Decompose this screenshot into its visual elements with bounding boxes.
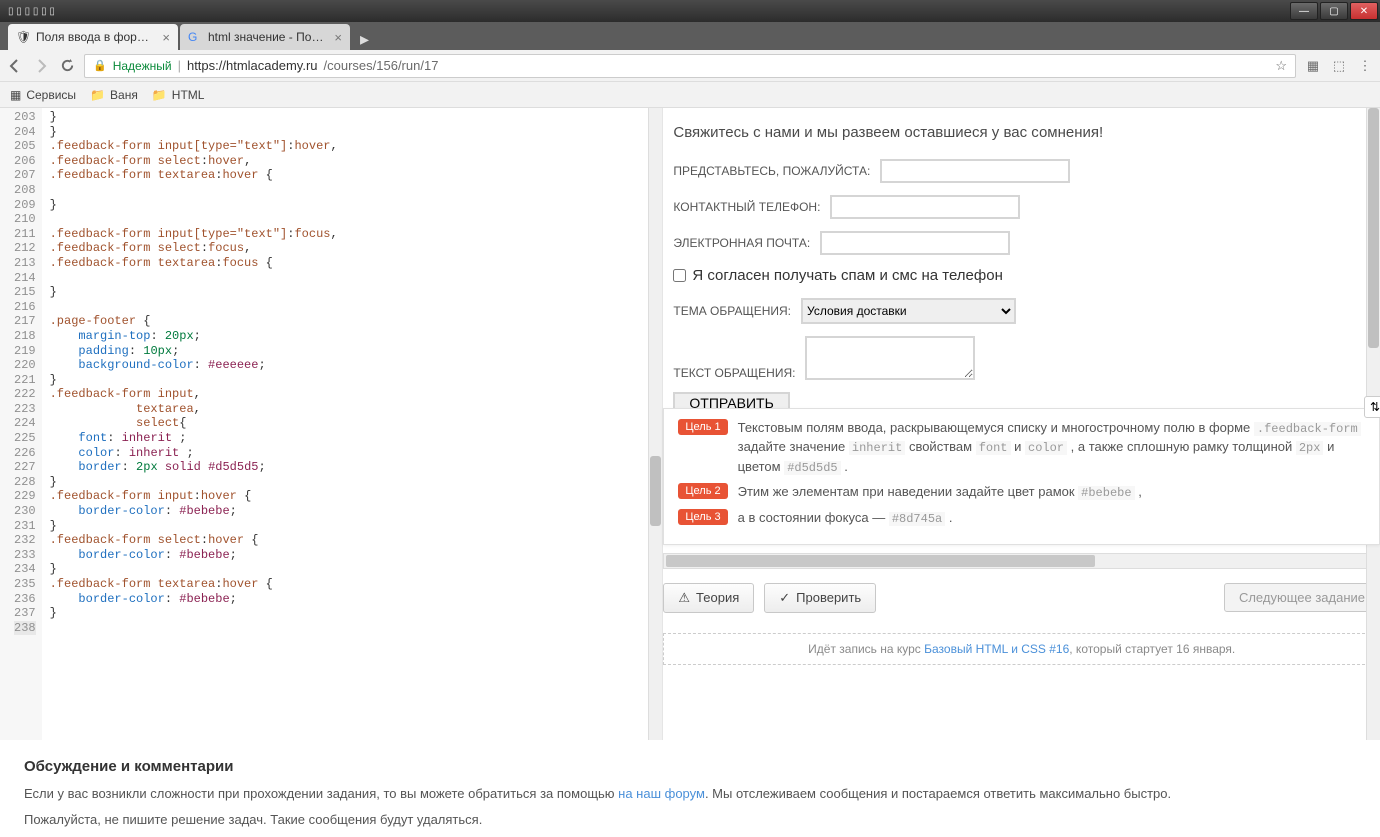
new-tab-button[interactable]: ▸: [352, 29, 377, 50]
action-bar: ⚠Теория ✓Проверить Следующее задание: [663, 583, 1380, 613]
extension-icon[interactable]: ⬚: [1330, 57, 1348, 75]
window-close-button[interactable]: ✕: [1350, 2, 1378, 20]
apps-icon: ▦: [10, 88, 21, 102]
shield-icon: 🛡: [16, 30, 30, 44]
name-label: ПРЕДСТАВЬТЕСЬ, ПОЖАЛУЙСТА:: [673, 164, 870, 178]
code-editor[interactable]: 2032042052062072082092102112122132142152…: [0, 108, 662, 740]
menu-button[interactable]: ⋮: [1356, 57, 1374, 75]
bookmark-folder[interactable]: 📁HTML: [152, 88, 205, 102]
intro-text: Свяжитесь с нами и мы развеем оставшиеся…: [673, 124, 1360, 141]
goal-2-text: Этим же элементам при наведении задайте …: [738, 483, 1142, 502]
collapse-up-button[interactable]: ⇅: [1364, 396, 1380, 418]
tab-title: html значение - Поиск в: [208, 30, 328, 44]
url-path: /courses/156/run/17: [324, 58, 439, 73]
browser-tabstrip: 🛡 Поля ввода в форме об × G html значени…: [0, 22, 1380, 50]
browser-tab-2[interactable]: G html значение - Поиск в ×: [180, 24, 350, 50]
phone-input[interactable]: [830, 195, 1020, 219]
subject-label: ТЕМА ОБРАЩЕНИЯ:: [673, 304, 791, 318]
forward-button[interactable]: [32, 57, 50, 75]
forum-link[interactable]: на наш форум: [618, 786, 705, 801]
goal-1-text: Текстовым полям ввода, раскрывающемуся с…: [738, 419, 1365, 477]
folder-icon: 📁: [90, 88, 105, 102]
window-maximize-button[interactable]: ▢: [1320, 2, 1348, 20]
browser-toolbar: 🔒 Надежный | https://htmlacademy.ru/cour…: [0, 50, 1380, 82]
comments-heading: Обсуждение и комментарии: [24, 758, 1356, 775]
line-gutter: 2032042052062072082092102112122132142152…: [0, 108, 42, 740]
subject-select[interactable]: Условия доставки: [801, 298, 1016, 324]
email-label: ЭЛЕКТРОННАЯ ПОЧТА:: [673, 236, 810, 250]
course-notice: Идёт запись на курс Базовый HTML и CSS #…: [663, 633, 1380, 665]
goals-panel: Цель 1 Текстовым полям ввода, раскрывающ…: [663, 408, 1380, 545]
close-icon[interactable]: ×: [162, 30, 170, 45]
scrollbar-thumb[interactable]: [650, 456, 661, 526]
editor-scrollbar[interactable]: [648, 108, 662, 740]
close-icon[interactable]: ×: [334, 30, 342, 45]
back-button[interactable]: [6, 57, 24, 75]
browser-tab-1[interactable]: 🛡 Поля ввода в форме об ×: [8, 24, 178, 50]
consent-checkbox[interactable]: [673, 269, 686, 282]
apps-button[interactable]: ▦Сервисы: [10, 88, 76, 102]
comments-section: Обсуждение и комментарии Если у вас возн…: [0, 758, 1380, 829]
goal-2-badge: Цель 2: [678, 483, 727, 499]
check-icon: ✓: [779, 590, 790, 606]
goal-3-badge: Цель 3: [678, 509, 727, 525]
message-textarea[interactable]: [805, 336, 975, 380]
consent-label: Я согласен получать спам и смс на телефо…: [692, 267, 1002, 284]
theory-button[interactable]: ⚠Теория: [663, 583, 754, 613]
extension-icon[interactable]: ▦: [1304, 57, 1322, 75]
goal-3-text: а в состоянии фокуса — #8d745a .: [738, 509, 953, 528]
scrollbar-thumb[interactable]: [666, 555, 1095, 567]
comments-p2: Пожалуйста, не пишите решение задач. Так…: [24, 811, 1356, 829]
reload-button[interactable]: [58, 57, 76, 75]
next-task-button[interactable]: Следующее задание: [1224, 583, 1380, 612]
bookmark-star-icon[interactable]: ☆: [1275, 58, 1287, 74]
scrollbar-thumb[interactable]: [1368, 108, 1379, 348]
tab-title: Поля ввода в форме об: [36, 30, 156, 44]
lock-icon: 🔒: [93, 59, 107, 72]
comments-p1: Если у вас возникли сложности при прохож…: [24, 785, 1356, 803]
secure-label: Надежный: [113, 59, 172, 73]
course-link[interactable]: Базовый HTML и CSS #16: [924, 642, 1069, 656]
folder-icon: 📁: [152, 88, 167, 102]
preview-pane: Свяжитесь с нами и мы развеем оставшиеся…: [662, 108, 1380, 740]
window-minimize-button[interactable]: —: [1290, 2, 1318, 20]
warning-icon: ⚠: [678, 590, 690, 606]
bookmark-folder[interactable]: 📁Ваня: [90, 88, 138, 102]
url-host: https://htmlacademy.ru: [187, 58, 318, 73]
window-titlebar: ▯ ▯ ▯ ▯ ▯ ▯ — ▢ ✕: [0, 0, 1380, 22]
google-icon: G: [188, 30, 202, 44]
bookmarks-bar: ▦Сервисы 📁Ваня 📁HTML: [0, 82, 1380, 108]
email-input[interactable]: [820, 231, 1010, 255]
goal-1-badge: Цель 1: [678, 419, 727, 435]
tray-icons: ▯ ▯ ▯ ▯ ▯ ▯: [2, 6, 55, 17]
address-bar[interactable]: 🔒 Надежный | https://htmlacademy.ru/cour…: [84, 54, 1296, 78]
message-label: ТЕКСТ ОБРАЩЕНИЯ:: [673, 366, 795, 380]
phone-label: КОНТАКТНЫЙ ТЕЛЕФОН:: [673, 200, 820, 214]
check-button[interactable]: ✓Проверить: [764, 583, 876, 613]
name-input[interactable]: [880, 159, 1070, 183]
preview-h-scrollbar[interactable]: ◀ ▶: [663, 553, 1380, 569]
code-content[interactable]: }}.feedback-form input[type="text"]:hove…: [42, 108, 346, 740]
